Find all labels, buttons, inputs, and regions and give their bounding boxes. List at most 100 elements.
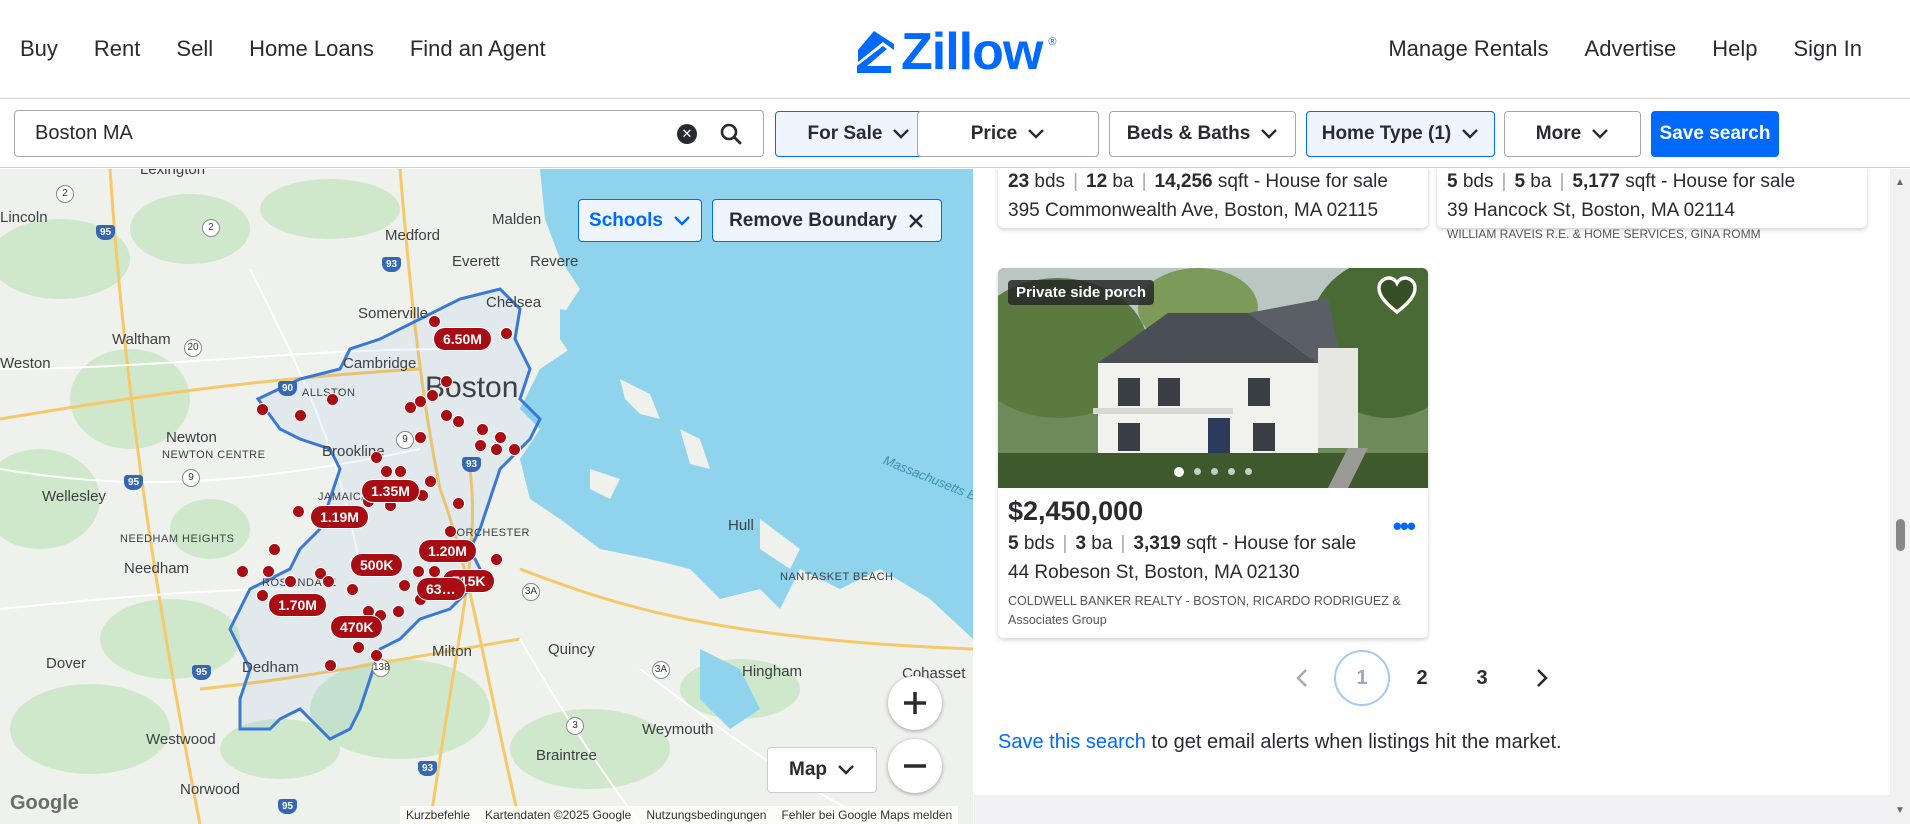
listing-dot[interactable] <box>392 605 405 618</box>
listing-dot[interactable] <box>326 393 339 406</box>
listing-address[interactable]: 44 Robeson St, Boston, MA 02130 <box>1008 562 1418 584</box>
beds-value: 23 <box>1008 171 1030 192</box>
save-this-search-link[interactable]: Save this search <box>998 731 1146 753</box>
listing-dot[interactable] <box>370 451 383 464</box>
listing-dot[interactable] <box>292 505 305 518</box>
route-shield: 3 <box>566 717 584 735</box>
sqft-value: 5,177 <box>1572 171 1620 192</box>
listing-dot[interactable] <box>324 659 337 672</box>
listing-dot[interactable] <box>426 389 439 402</box>
nav-help[interactable]: Help <box>1712 36 1757 62</box>
scrollbar-thumb[interactable] <box>1896 519 1905 551</box>
attrib-report[interactable]: Fehler bei Google Maps melden <box>781 808 952 822</box>
price-pin[interactable]: 63… <box>416 577 466 601</box>
scroll-down-icon[interactable]: ▼ <box>1895 805 1905 816</box>
listing-dot[interactable] <box>268 543 281 556</box>
listing-address[interactable]: 395 Commonwealth Ave, Boston, MA 02115 <box>1008 200 1418 222</box>
listing-dot[interactable] <box>490 553 503 566</box>
price-pin[interactable]: 500K <box>350 553 404 577</box>
listing-dot[interactable] <box>262 565 275 578</box>
next-page-button[interactable] <box>1514 650 1570 706</box>
zoom-in-button[interactable] <box>888 676 942 730</box>
listing-dot[interactable] <box>452 415 465 428</box>
nav-find-agent[interactable]: Find an Agent <box>410 36 546 62</box>
clear-search-icon[interactable]: ✕ <box>677 123 697 144</box>
listing-dot[interactable] <box>414 431 427 444</box>
listing-card[interactable]: 5 bds | 5 ba | 5,177 sqft - House for sale 3… <box>1437 169 1867 241</box>
listing-dot[interactable] <box>380 465 393 478</box>
map-panel[interactable]: Lexington Lincoln Medford Malden Everett… <box>0 169 973 824</box>
filter-beds-baths-button[interactable]: Beds & Baths <box>1109 111 1296 157</box>
heart-icon[interactable] <box>1376 276 1418 316</box>
registered-mark: ® <box>1048 36 1057 48</box>
listing-dot[interactable] <box>398 579 411 592</box>
prev-page-button[interactable] <box>1274 650 1330 706</box>
remove-boundary-button[interactable]: Remove Boundary <box>712 199 942 242</box>
listing-dot[interactable] <box>294 409 307 422</box>
listing-results-panel: 23 bds | 12 ba | 14,256 sqft - House for sal… <box>974 169 1890 824</box>
listing-dot[interactable] <box>352 641 365 654</box>
zillow-logo[interactable]: Zillow ® <box>853 26 1056 78</box>
listing-dot[interactable] <box>256 403 269 416</box>
listing-dot[interactable] <box>428 315 441 328</box>
listing-dot[interactable] <box>452 497 465 510</box>
page-button-1[interactable]: 1 <box>1334 650 1390 706</box>
attrib-shortcuts[interactable]: Kurzbefehle <box>406 808 470 822</box>
listing-address[interactable]: 39 Hancock St, Boston, MA 02114 <box>1447 200 1857 222</box>
listing-card[interactable]: Private side porch $2,450,000 5 bds | 3 ba… <box>998 268 1428 638</box>
price-pin[interactable]: 1.20M <box>418 539 477 563</box>
listing-dot[interactable] <box>414 395 427 408</box>
listing-dot[interactable] <box>370 649 383 662</box>
listing-dot[interactable] <box>256 589 269 602</box>
save-search-button[interactable]: Save search <box>1651 111 1779 157</box>
zoom-out-button[interactable] <box>888 739 942 793</box>
list-scrollbar[interactable]: ▲ ▼ <box>1890 169 1910 824</box>
search-icon[interactable] <box>719 122 743 146</box>
listing-dot[interactable] <box>474 439 487 452</box>
attrib-terms[interactable]: Nutzungsbedingungen <box>646 808 766 822</box>
listing-dot[interactable] <box>440 375 453 388</box>
filter-price-button[interactable]: Price <box>917 111 1099 157</box>
filter-home-type-button[interactable]: Home Type (1) <box>1306 111 1495 157</box>
price-pin[interactable]: 1.35M <box>361 479 420 503</box>
listing-card[interactable]: 23 bds | 12 ba | 14,256 sqft - House for sal… <box>998 169 1428 228</box>
map-type-button[interactable]: Map <box>767 747 877 793</box>
listing-dot[interactable] <box>322 575 335 588</box>
map-label: Hull <box>728 517 754 534</box>
price-pin[interactable]: 6.50M <box>433 327 492 351</box>
search-input[interactable] <box>35 122 677 145</box>
page-button-2[interactable]: 2 <box>1394 650 1450 706</box>
listing-status: - House for sale <box>1253 171 1388 192</box>
filter-home-type-label: Home Type (1) <box>1321 123 1452 144</box>
listing-photo[interactable]: Private side porch <box>998 268 1428 488</box>
price-pin[interactable]: 1.70M <box>268 593 327 617</box>
listing-dot[interactable] <box>490 443 503 456</box>
listing-dot[interactable] <box>508 443 521 456</box>
nav-buy[interactable]: Buy <box>20 36 58 62</box>
price-pin[interactable]: 1.19M <box>310 505 369 529</box>
listing-dot[interactable] <box>424 475 437 488</box>
listing-dot[interactable] <box>476 423 489 436</box>
nav-advertise[interactable]: Advertise <box>1585 36 1677 62</box>
listing-dot[interactable] <box>284 575 297 588</box>
listing-dot[interactable] <box>412 565 425 578</box>
filter-more-button[interactable]: More <box>1504 111 1641 157</box>
price-pin[interactable]: 470K <box>330 615 384 639</box>
more-options-icon[interactable]: ••• <box>1393 511 1416 542</box>
highway-shield: 93 <box>382 257 402 272</box>
page-button-3[interactable]: 3 <box>1454 650 1510 706</box>
nav-manage-rentals[interactable]: Manage Rentals <box>1388 36 1548 62</box>
listing-dot[interactable] <box>444 525 457 538</box>
map-label: Quincy <box>548 641 595 658</box>
listing-dot[interactable] <box>394 465 407 478</box>
photo-carousel-dots[interactable] <box>998 467 1428 477</box>
scroll-up-icon[interactable]: ▲ <box>1895 177 1905 188</box>
listing-dot[interactable] <box>346 583 359 596</box>
nav-sign-in[interactable]: Sign In <box>1794 36 1863 62</box>
nav-sell[interactable]: Sell <box>176 36 213 62</box>
nav-rent[interactable]: Rent <box>94 36 140 62</box>
listing-dot[interactable] <box>236 565 249 578</box>
nav-home-loans[interactable]: Home Loans <box>249 36 374 62</box>
schools-button[interactable]: Schools <box>578 199 702 242</box>
listing-dot[interactable] <box>500 327 513 340</box>
